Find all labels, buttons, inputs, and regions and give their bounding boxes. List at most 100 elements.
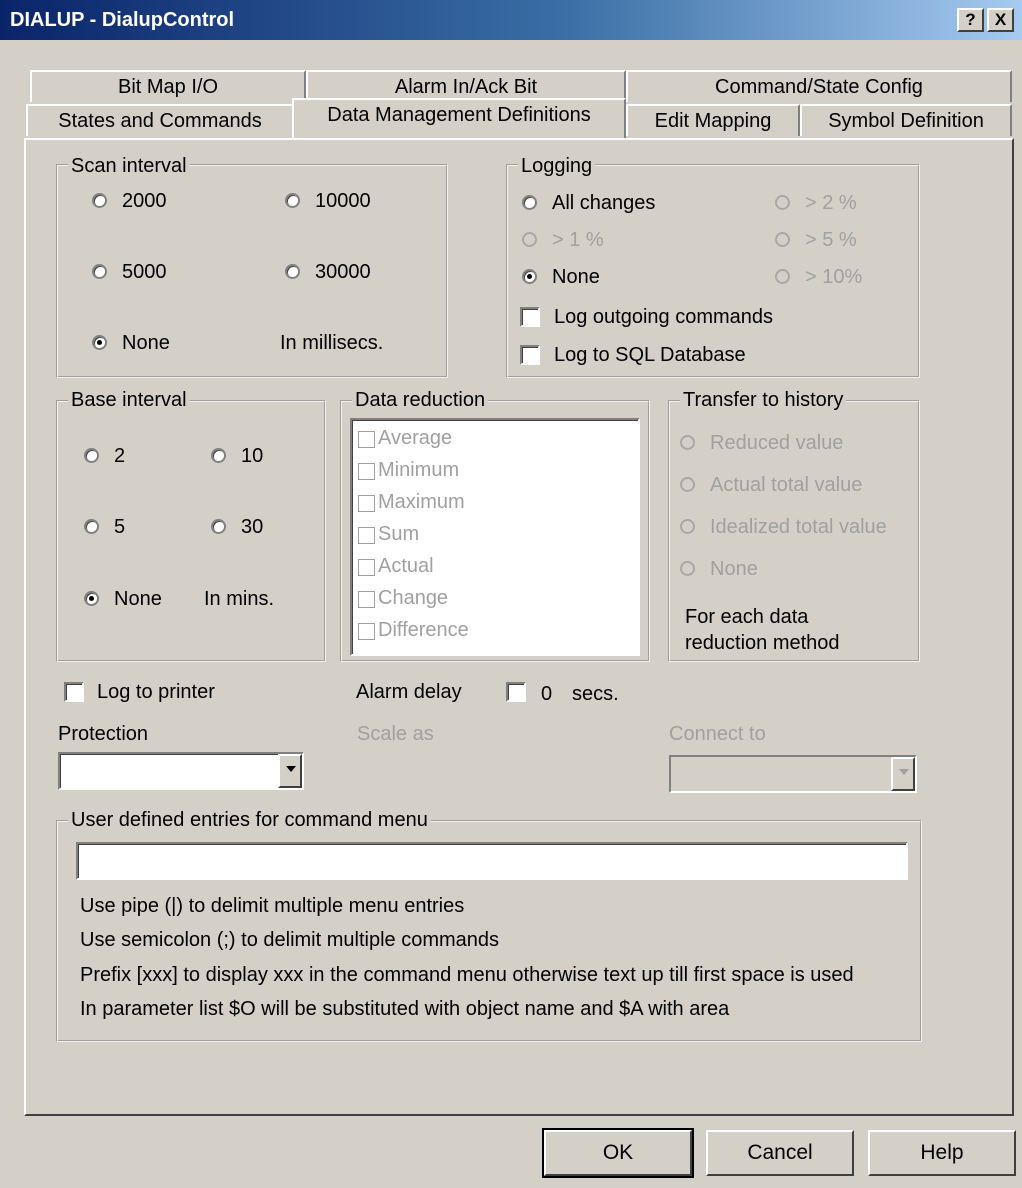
tab-bit-map-io[interactable]: Bit Map I/O [30, 70, 306, 102]
logging-gt2-radio[interactable] [775, 195, 790, 210]
logging-none-label: None [552, 266, 600, 288]
title-bar: DIALUP - DialupControl ? X [0, 0, 1022, 40]
reduction-maximum-checkbox[interactable] [358, 495, 375, 512]
logging-all-changes-radio[interactable] [522, 195, 537, 210]
alarm-delay-label: Alarm delay [356, 681, 462, 703]
base-none-label: None [114, 588, 162, 610]
logging-gt1-label: > 1 % [552, 229, 604, 251]
scan-5000-radio[interactable] [92, 264, 107, 279]
reduction-average-checkbox[interactable] [358, 431, 375, 448]
base-10-radio[interactable] [211, 448, 226, 463]
window-title: DIALUP - DialupControl [10, 9, 235, 31]
logging-legend: Logging [518, 154, 596, 178]
scan-10000-radio[interactable] [285, 193, 300, 208]
base-5-label: 5 [114, 516, 126, 538]
transfer-note-line1: For each data [685, 606, 809, 628]
reduction-sum-checkbox[interactable] [358, 527, 375, 544]
help-button[interactable]: Help [868, 1130, 1016, 1176]
data-reduction-legend: Data reduction [352, 388, 489, 412]
cancel-button[interactable]: Cancel [706, 1130, 854, 1176]
alarm-delay-checkbox[interactable] [506, 682, 526, 702]
connect-to-label: Connect to [669, 723, 766, 745]
scan-none-label: None [122, 332, 170, 354]
protection-label: Protection [58, 723, 149, 745]
logging-gt1-radio[interactable] [522, 232, 537, 247]
alarm-delay-unit: secs. [572, 683, 619, 705]
scan-2000-label: 2000 [122, 190, 167, 212]
logging-all-changes-label: All changes [552, 192, 656, 214]
transfer-reduced-radio[interactable] [680, 435, 695, 450]
scan-30000-label: 30000 [315, 261, 371, 283]
scan-none-radio[interactable] [92, 335, 107, 350]
base-interval-legend: Base interval [68, 388, 190, 412]
transfer-idealized-total-label: Idealized total value [710, 516, 887, 538]
base-30-radio[interactable] [211, 519, 226, 534]
user-entries-help-2: Use semicolon (;) to delimit multiple co… [80, 929, 500, 951]
log-to-printer-label: Log to printer [97, 681, 215, 703]
logging-gt5-radio[interactable] [775, 232, 790, 247]
log-outgoing-commands-checkbox[interactable] [520, 307, 540, 327]
help-question-button[interactable]: ? [957, 8, 984, 32]
base-unit-label: In mins. [204, 588, 275, 610]
base-2-label: 2 [114, 445, 126, 467]
transfer-history-legend: Transfer to history [680, 388, 847, 412]
scan-2000-radio[interactable] [92, 193, 107, 208]
user-entries-help-3: Prefix [xxx] to display xxx in the comma… [80, 964, 854, 986]
logging-gt10-label: > 10% [805, 266, 863, 288]
reduction-difference-label: Difference [378, 619, 469, 641]
logging-gt10-radio[interactable] [775, 269, 790, 284]
transfer-idealized-total-radio[interactable] [680, 519, 695, 534]
transfer-actual-total-label: Actual total value [710, 474, 863, 496]
base-30-label: 30 [241, 516, 264, 538]
user-entries-input[interactable] [76, 842, 908, 880]
scan-10000-label: 10000 [315, 190, 371, 212]
transfer-note-line2: reduction method [685, 632, 840, 654]
log-outgoing-commands-label: Log outgoing commands [554, 306, 774, 328]
scan-unit-label: In millisecs. [280, 332, 384, 354]
base-10-label: 10 [241, 445, 264, 467]
scale-as-label: Scale as [357, 723, 434, 745]
reduction-difference-checkbox[interactable] [358, 623, 375, 640]
logging-none-radio[interactable] [522, 269, 537, 284]
reduction-change-checkbox[interactable] [358, 591, 375, 608]
reduction-average-label: Average [378, 427, 453, 449]
log-sql-database-label: Log to SQL Database [554, 344, 746, 366]
scan-5000-label: 5000 [122, 261, 167, 283]
transfer-none-radio[interactable] [680, 561, 695, 576]
tab-data-management-definitions[interactable]: Data Management Definitions [292, 98, 626, 138]
ok-button[interactable]: OK [542, 1128, 694, 1178]
tab-command-state-config[interactable]: Command/State Config [626, 70, 1012, 102]
scan-30000-radio[interactable] [285, 264, 300, 279]
connect-to-dropdown-arrow-icon[interactable] [891, 757, 915, 791]
tab-edit-mapping[interactable]: Edit Mapping [626, 104, 800, 136]
scan-interval-legend: Scan interval [68, 154, 190, 178]
logging-gt5-label: > 5 % [805, 229, 857, 251]
user-entries-help-1: Use pipe (|) to delimit multiple menu en… [80, 895, 465, 917]
scan-interval-group [56, 164, 448, 378]
protection-dropdown-arrow-icon[interactable] [278, 754, 302, 788]
log-to-printer-checkbox[interactable] [64, 682, 84, 702]
reduction-minimum-checkbox[interactable] [358, 463, 375, 480]
reduction-actual-checkbox[interactable] [358, 559, 375, 576]
reduction-change-label: Change [378, 587, 449, 609]
alarm-delay-value: 0 [541, 683, 553, 705]
reduction-minimum-label: Minimum [378, 459, 460, 481]
protection-dropdown[interactable] [58, 752, 304, 790]
user-entries-help-4: In parameter list $O will be substituted… [80, 998, 730, 1020]
tab-symbol-definition[interactable]: Symbol Definition [800, 104, 1012, 136]
reduction-maximum-label: Maximum [378, 491, 465, 513]
connect-to-dropdown[interactable] [669, 755, 917, 793]
base-none-radio[interactable] [84, 591, 99, 606]
close-button[interactable]: X [987, 8, 1014, 32]
transfer-reduced-label: Reduced value [710, 432, 844, 454]
reduction-actual-label: Actual [378, 555, 434, 577]
base-5-radio[interactable] [84, 519, 99, 534]
transfer-none-label: None [710, 558, 758, 580]
log-sql-database-checkbox[interactable] [520, 345, 540, 365]
data-reduction-list[interactable]: Average Minimum Maximum Sum Actual Chang… [350, 418, 640, 656]
logging-gt2-label: > 2 % [805, 192, 857, 214]
transfer-actual-total-radio[interactable] [680, 477, 695, 492]
tab-states-and-commands[interactable]: States and Commands [26, 104, 294, 136]
base-2-radio[interactable] [84, 448, 99, 463]
reduction-sum-label: Sum [378, 523, 420, 545]
